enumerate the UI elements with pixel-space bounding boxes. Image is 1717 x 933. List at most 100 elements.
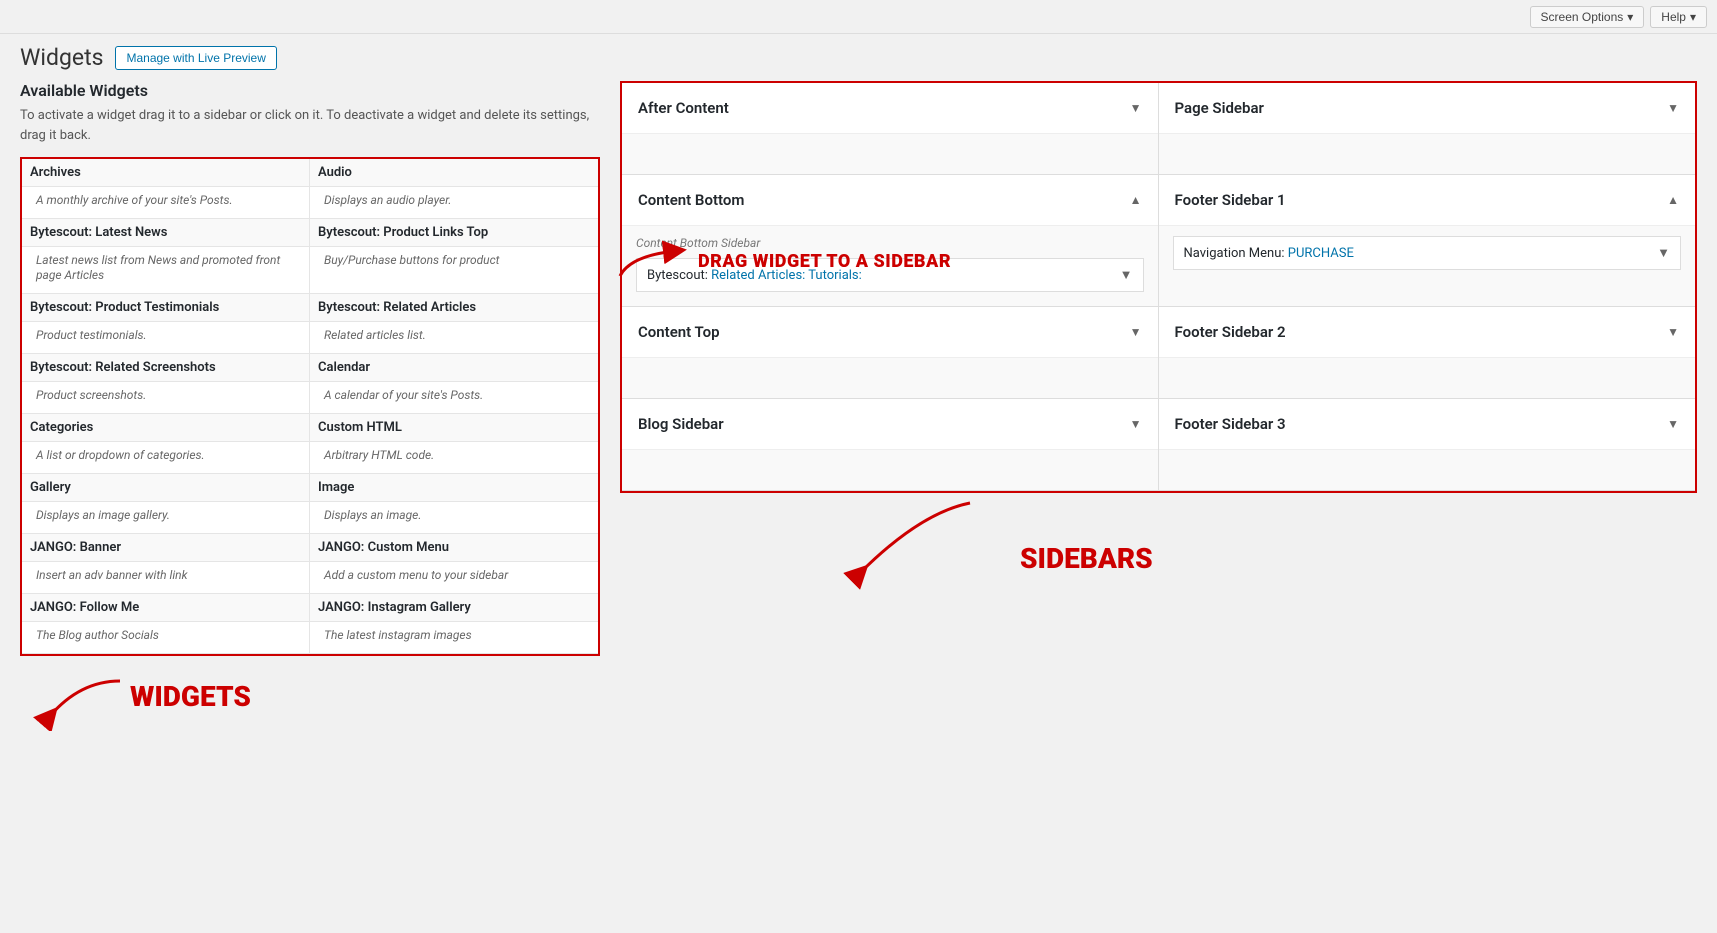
live-preview-button[interactable]: Manage with Live Preview	[115, 46, 276, 70]
chevron-down-icon: ▾	[1690, 10, 1696, 24]
sidebar-title: Footer Sidebar 2	[1175, 323, 1286, 341]
widget-name: JANGO: Banner	[22, 534, 309, 562]
widget-name: Bytescout: Latest News	[22, 219, 309, 247]
screen-options-label: Screen Options	[1541, 10, 1624, 24]
widget-desc: Insert an adv banner with link	[36, 568, 187, 582]
widget-item[interactable]: Bytescout: Product Links TopBuy/Purchase…	[310, 219, 598, 294]
widget-name: Categories	[22, 414, 309, 442]
sidebar-body	[622, 134, 1158, 174]
drag-label: DRAG WIDGET TO A SIDEBAR	[698, 251, 951, 272]
widget-name: JANGO: Custom Menu	[310, 534, 598, 562]
sidebar-body	[1159, 358, 1696, 398]
sidebar-title: After Content	[638, 99, 729, 117]
widget-name: Archives	[22, 159, 309, 187]
sidebar-title: Footer Sidebar 1	[1175, 191, 1286, 209]
widget-item[interactable]: AudioDisplays an audio player.	[310, 159, 598, 219]
sidebar-toggle-arrow: ▼	[1130, 101, 1142, 115]
sidebar-toggle-arrow: ▼	[1667, 101, 1679, 115]
widget-dropdown-icon: ▼	[1657, 245, 1670, 261]
widgets-grid: ArchivesA monthly archive of your site's…	[22, 159, 598, 654]
main-content: Available Widgets To activate a widget d…	[0, 81, 1717, 756]
widget-desc: Displays an image gallery.	[36, 508, 170, 522]
sidebar-header[interactable]: Footer Sidebar 3 ▼	[1159, 399, 1696, 450]
widget-dropdown-icon: ▼	[1120, 267, 1133, 283]
sidebar-widget-item[interactable]: Navigation Menu: PURCHASE ▼	[1173, 236, 1682, 270]
widget-item[interactable]: Custom HTML Arbitrary HTML code.	[310, 414, 598, 474]
page-title: Widgets	[20, 44, 103, 71]
widget-item[interactable]: JANGO: Instagram GalleryThe latest insta…	[310, 594, 598, 654]
sidebar-section: Footer Sidebar 1 ▲ Navigation Menu: PURC…	[1159, 175, 1696, 307]
widget-desc: A list or dropdown of categories.	[36, 448, 205, 462]
sidebar-header[interactable]: Page Sidebar ▼	[1159, 83, 1696, 134]
sidebar-widget-name: Navigation Menu: PURCHASE	[1184, 246, 1354, 261]
widget-item[interactable]: JANGO: Follow Me The Blog author Socials	[22, 594, 310, 654]
widget-name: Audio	[310, 159, 598, 187]
widgets-grid-container: ArchivesA monthly archive of your site's…	[20, 157, 600, 656]
sidebar-header[interactable]: Content Top ▼	[622, 307, 1158, 358]
sidebar-header[interactable]: Content Bottom ▲	[622, 175, 1158, 226]
widget-item[interactable]: Bytescout: Latest News Latest news list f…	[22, 219, 310, 294]
left-panel: Available Widgets To activate a widget d…	[20, 81, 600, 736]
widget-item[interactable]: CalendarA calendar of your site's Posts.	[310, 354, 598, 414]
widget-item[interactable]: Categories A list or dropdown of categori…	[22, 414, 310, 474]
sidebar-toggle-arrow: ▼	[1130, 417, 1142, 431]
sidebar-header[interactable]: Blog Sidebar ▼	[622, 399, 1158, 450]
sidebar-body	[622, 358, 1158, 398]
sidebar-header[interactable]: After Content ▼	[622, 83, 1158, 134]
widget-name: JANGO: Follow Me	[22, 594, 309, 622]
widget-desc: Product screenshots.	[36, 388, 146, 402]
widget-desc: The Blog author Socials	[36, 628, 159, 642]
sidebar-section: Page Sidebar ▼	[1159, 83, 1696, 175]
widgets-annotation-area: WIDGETS	[20, 656, 600, 736]
screen-options-button[interactable]: Screen Options ▾	[1530, 6, 1645, 28]
widget-name: Calendar	[310, 354, 598, 382]
widget-name: Gallery	[22, 474, 309, 502]
help-label: Help	[1661, 10, 1686, 24]
widget-name: Bytescout: Related Screenshots	[22, 354, 309, 382]
sidebars-grid-container: After Content ▼ Page Sidebar ▼ Content B…	[620, 81, 1697, 493]
widget-item[interactable]: Bytescout: Related Screenshots Product sc…	[22, 354, 310, 414]
widget-item[interactable]: Bytescout: Product TestimonialsProduct t…	[22, 294, 310, 354]
sidebar-toggle-arrow: ▼	[1130, 325, 1142, 339]
widget-desc: Related articles list.	[324, 328, 426, 342]
sidebar-body	[622, 450, 1158, 490]
sidebar-header[interactable]: Footer Sidebar 2 ▼	[1159, 307, 1696, 358]
sidebar-toggle-arrow: ▲	[1130, 193, 1142, 207]
sidebar-section: Blog Sidebar ▼	[622, 399, 1159, 491]
widget-desc: Product testimonials.	[36, 328, 147, 342]
widget-desc: Arbitrary HTML code.	[324, 448, 434, 462]
widget-desc: Add a custom menu to your sidebar	[324, 568, 508, 582]
drag-arrow-icon	[610, 236, 690, 286]
sidebar-toggle-arrow: ▲	[1667, 193, 1679, 207]
sidebar-title: Content Top	[638, 323, 720, 341]
widget-item[interactable]: JANGO: Banner Insert an adv banner with l…	[22, 534, 310, 594]
widget-item[interactable]: Gallery Displays an image gallery.	[22, 474, 310, 534]
sidebar-toggle-arrow: ▼	[1667, 325, 1679, 339]
drag-annotation: DRAG WIDGET TO A SIDEBAR	[610, 236, 951, 286]
widget-name: Custom HTML	[310, 414, 598, 442]
right-panel: DRAG WIDGET TO A SIDEBAR After Content ▼…	[620, 81, 1697, 736]
sidebar-title: Page Sidebar	[1175, 99, 1264, 117]
widget-item[interactable]: Bytescout: Related Articles Related artic…	[310, 294, 598, 354]
sidebars-annotation-area: SIDEBARS	[620, 493, 1697, 593]
widget-name-text: Navigation Menu:	[1184, 246, 1285, 261]
sidebar-title: Content Bottom	[638, 191, 744, 209]
sidebars-area: DRAG WIDGET TO A SIDEBAR After Content ▼…	[620, 81, 1697, 593]
sidebar-section: Content Top ▼	[622, 307, 1159, 399]
sidebar-body	[1159, 134, 1696, 174]
available-widgets-title: Available Widgets	[20, 81, 600, 100]
sidebar-title: Blog Sidebar	[638, 415, 724, 433]
widget-item[interactable]: ArchivesA monthly archive of your site's…	[22, 159, 310, 219]
widgets-arrow-icon	[20, 661, 140, 731]
widget-name: Bytescout: Product Links Top	[310, 219, 598, 247]
widget-desc: Latest news list from News and promoted …	[36, 253, 280, 282]
sidebar-header[interactable]: Footer Sidebar 1 ▲	[1159, 175, 1696, 226]
sidebar-body: Navigation Menu: PURCHASE ▼	[1159, 226, 1696, 284]
help-button[interactable]: Help ▾	[1650, 6, 1707, 28]
widget-name: JANGO: Instagram Gallery	[310, 594, 598, 622]
widget-item[interactable]: ImageDisplays an image.	[310, 474, 598, 534]
sidebars-label: SIDEBARS	[1020, 542, 1153, 575]
sidebar-section: Footer Sidebar 2 ▼	[1159, 307, 1696, 399]
widget-item[interactable]: JANGO: Custom Menu Add a custom menu to y…	[310, 534, 598, 594]
widget-name: Bytescout: Related Articles	[310, 294, 598, 322]
